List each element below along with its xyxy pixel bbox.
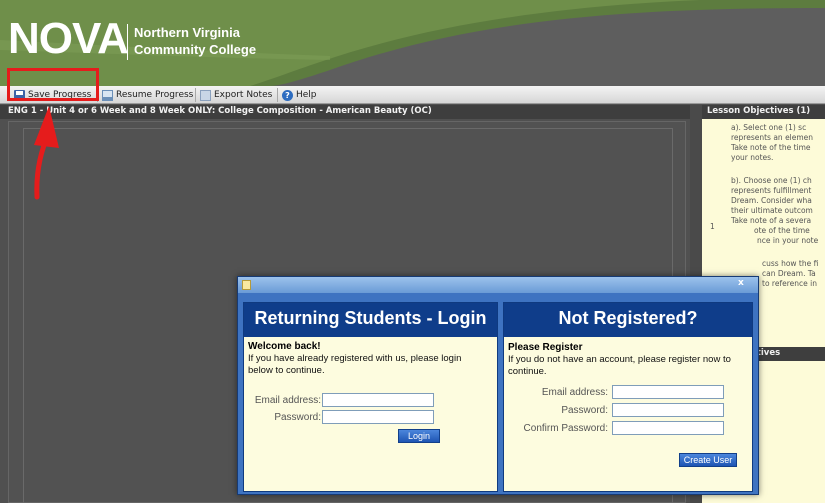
objective-line: a). Select one (1) sc bbox=[731, 123, 807, 132]
college-name-line2: Community College bbox=[134, 42, 257, 57]
export-notes-icon bbox=[200, 89, 211, 101]
objectives-title: Lesson Objectives (1) bbox=[707, 106, 811, 116]
dialog-body: Returning Students - Login Welcome back!… bbox=[238, 293, 758, 494]
register-heading: Please Register bbox=[508, 342, 583, 353]
objective-line: b). Choose one (1) ch bbox=[731, 176, 812, 185]
objective-line: can Dream. Ta bbox=[762, 269, 816, 278]
dialog-window-icon bbox=[242, 280, 251, 290]
export-notes-label: Export Notes bbox=[214, 90, 273, 100]
create-user-button[interactable]: Create User bbox=[679, 453, 737, 467]
login-instructions-line1: If you have already registered with us, … bbox=[248, 353, 462, 364]
logo-divider bbox=[127, 24, 128, 60]
objective-line: cuss how the fi bbox=[762, 259, 819, 268]
login-title: Returning Students - Login bbox=[254, 308, 487, 328]
register-email-field[interactable] bbox=[612, 385, 724, 399]
close-icon[interactable]: x bbox=[738, 278, 744, 288]
objective-line: their ultimate outcom bbox=[731, 206, 813, 215]
register-instructions-line2: continue. bbox=[508, 366, 547, 377]
help-question-icon: ? bbox=[282, 89, 293, 101]
toolbar: Save Progress Resume Progress Export Not… bbox=[0, 86, 825, 104]
objective-line: to reference in bbox=[762, 279, 817, 288]
college-name: Northern Virginia Community College bbox=[134, 24, 256, 58]
help-button[interactable]: ? Help bbox=[282, 86, 317, 104]
register-instructions-line1: If you do not have an account, please re… bbox=[508, 354, 731, 365]
register-email-label: Email address: bbox=[541, 387, 608, 398]
toolbar-separator bbox=[277, 88, 278, 102]
register-pane-header: Not Registered? bbox=[504, 303, 752, 337]
lesson-title: ENG 1 - Unit 4 or 6 Week and 8 Week ONLY… bbox=[8, 106, 432, 116]
confirm-password-field[interactable] bbox=[612, 421, 724, 435]
login-email-label: Email address: bbox=[254, 395, 321, 406]
objective-line: your notes. bbox=[731, 153, 774, 162]
objective-line: represents fulfillment bbox=[731, 186, 812, 195]
welcome-heading: Welcome back! bbox=[248, 341, 321, 352]
objective-line: represents an elemen bbox=[731, 133, 814, 142]
login-dialog: x Returning Students - Login Welcome bac… bbox=[237, 276, 759, 495]
objective-number: 1 bbox=[710, 222, 715, 231]
dialog-title-bar[interactable]: x bbox=[238, 277, 758, 293]
login-password-label: Password: bbox=[274, 412, 321, 423]
lesson-title-bar: ENG 1 - Unit 4 or 6 Week and 8 Week ONLY… bbox=[0, 105, 690, 119]
site-header: NOVA Northern Virginia Community College bbox=[0, 0, 825, 86]
login-instructions-line2: below to continue. bbox=[248, 365, 325, 376]
login-password-field[interactable] bbox=[322, 410, 434, 424]
objective-line: Take note of a severa bbox=[731, 216, 812, 225]
annotation-highlight-box bbox=[7, 68, 99, 101]
login-button[interactable]: Login bbox=[398, 429, 440, 443]
objective-line: ote of the time bbox=[754, 226, 810, 235]
register-password-field[interactable] bbox=[612, 403, 724, 417]
export-notes-button[interactable]: Export Notes bbox=[200, 86, 272, 104]
confirm-password-label: Confirm Password: bbox=[523, 423, 608, 434]
register-password-label: Password: bbox=[561, 405, 608, 416]
resume-progress-button[interactable]: Resume Progress bbox=[102, 86, 193, 104]
login-email-field[interactable] bbox=[322, 393, 434, 407]
objective-line: Take note of the time bbox=[731, 143, 811, 152]
help-label: Help bbox=[296, 90, 317, 100]
objective-line: nce in your note bbox=[757, 236, 819, 245]
college-name-line1: Northern Virginia bbox=[134, 25, 240, 40]
nova-logo: NOVA bbox=[8, 14, 129, 63]
register-pane: Not Registered? Please Register If you d… bbox=[503, 302, 753, 492]
resume-icon bbox=[102, 89, 113, 101]
resume-progress-label: Resume Progress bbox=[116, 90, 194, 100]
login-pane: Returning Students - Login Welcome back!… bbox=[243, 302, 498, 492]
toolbar-separator bbox=[195, 88, 196, 102]
objectives-header: Lesson Objectives (1) bbox=[702, 105, 825, 119]
register-title: Not Registered? bbox=[558, 308, 698, 328]
objective-line: Dream. Consider wha bbox=[731, 196, 812, 205]
login-pane-header: Returning Students - Login bbox=[244, 303, 497, 337]
